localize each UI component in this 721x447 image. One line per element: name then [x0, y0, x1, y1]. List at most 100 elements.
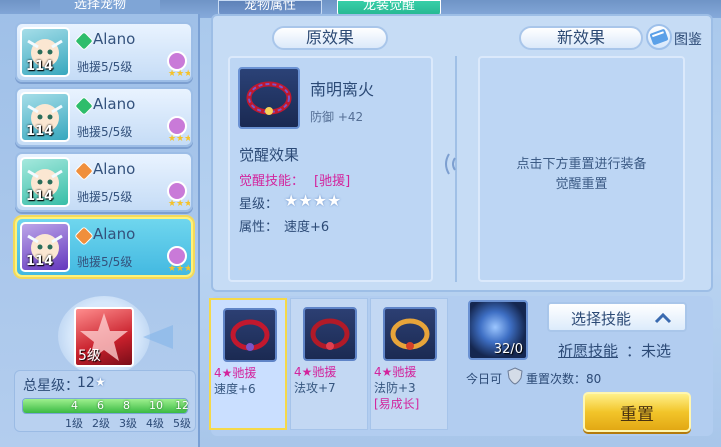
awaken-skill-label: 觉醒技能：	[239, 174, 305, 189]
album-book-icon[interactable]	[646, 24, 672, 50]
equip-item-icon	[383, 307, 437, 361]
star-progress-marks: 4 6 8 10 12	[15, 398, 197, 414]
equip-attr-label: 速度+6	[214, 382, 256, 396]
star-label: 星级：	[239, 197, 279, 212]
today-label: 今日可	[466, 372, 503, 386]
equip-item-icon	[303, 307, 357, 361]
equip-awaken-label: 4★驰援	[374, 365, 417, 379]
tab-pet-attr-label: 宠物属性	[243, 0, 296, 13]
progress-level: 1级	[65, 417, 83, 430]
star-badge-icon: ★★★	[164, 115, 192, 144]
pet-support: 驰援5/5级	[77, 190, 133, 204]
progress-mark: 8	[123, 399, 130, 412]
pet-name: Alano	[93, 160, 136, 178]
total-star-label: 总星级：	[23, 378, 79, 394]
equip-card[interactable]: 4★驰援法防+3 [易成长]	[370, 298, 448, 430]
star-badge-icon: ★★★	[164, 245, 192, 274]
arrow-right-icon	[143, 322, 183, 352]
pet-card[interactable]: 114 Alano 驰援5/5级 ★★★	[15, 87, 193, 147]
pet-name: Alano	[93, 225, 136, 243]
progress-mark: 6	[97, 399, 104, 412]
equip-card[interactable]: 4★驰援速度+6	[209, 298, 287, 430]
pet-support: 驰援5/5级	[77, 60, 133, 74]
tab-dragon-awaken-label: 龙装觉醒	[362, 0, 415, 13]
pet-skill-level: 5级	[78, 348, 101, 364]
reset-orb-count: 32/0	[493, 342, 523, 357]
chevron-up-icon	[653, 310, 673, 324]
new-effect-header-text: 新效果	[556, 28, 605, 47]
wish-skill-value: ：未选	[626, 342, 672, 360]
pet-skill-icon[interactable]: 5级	[74, 307, 134, 367]
pet-list: 114 Alano 驰援5/5级 ★★★ 114 Alano 驰援5/5级 ★★★ 114 Ala…	[0, 0, 200, 290]
new-hint-line1: 点击下方重置进行装备	[516, 157, 647, 172]
new-hint-line2: 觉醒重置	[555, 177, 608, 192]
orig-effect-box: 南明离火 防御 +42 觉醒效果 觉醒技能： [驰援] 星级： ★★★★ 属性：…	[228, 56, 433, 282]
pet-portrait: 114	[20, 222, 70, 272]
pet-support: 驰援5/5级	[77, 255, 133, 269]
pet-portrait: 114	[20, 157, 70, 207]
progress-level: 5级	[173, 417, 191, 430]
progress-level: 3级	[119, 417, 137, 430]
total-star-value: 12	[77, 375, 95, 391]
awaken-effect-title: 觉醒效果	[239, 146, 300, 164]
orig-item-icon	[238, 67, 300, 129]
equip-attr-label: 法攻+7	[294, 381, 336, 395]
pet-level: 114	[26, 59, 54, 74]
progress-mark: 10	[149, 399, 163, 412]
equip-awaken-label: 4★驰援	[294, 365, 337, 379]
new-effect-header: 新效果	[519, 26, 643, 50]
svg-text:★★★: ★★★	[168, 264, 190, 273]
orig-item-name: 南明离火	[310, 80, 375, 99]
orig-effect-header: 原效果	[272, 26, 388, 50]
rank-diamond-icon	[74, 96, 94, 116]
reset-button[interactable]: 重置	[583, 392, 691, 432]
star-badge-icon: ★★★	[164, 180, 192, 209]
wish-skill-label[interactable]: 祈愿技能	[558, 340, 618, 361]
pet-level: 114	[26, 254, 54, 269]
star-progress-levels: 1级 2级 3级 4级 5级	[15, 415, 197, 431]
orig-effect-header-text: 原效果	[305, 28, 354, 47]
equip-awaken-label: 4★驰援	[214, 366, 257, 380]
reset-times: 重置次数：80	[526, 372, 602, 386]
awaken-skill-value: [驰援]	[314, 174, 351, 189]
svg-text:★★★: ★★★	[168, 134, 190, 143]
svg-text:★★★: ★★★	[168, 69, 190, 78]
select-skill-label: 选择技能	[571, 310, 632, 328]
rank-diamond-icon	[74, 161, 94, 181]
progress-mark: 12	[175, 399, 189, 412]
star-rating: ★★★★	[284, 191, 342, 210]
orig-item-stat: 防御 +42	[310, 110, 364, 124]
progress-mark: 4	[71, 399, 78, 412]
divider-ornament-icon	[441, 152, 469, 176]
pet-card[interactable]: 114 Alano 驰援5/5级 ★★★	[15, 22, 193, 82]
attr-value: 速度+6	[284, 220, 330, 235]
rank-diamond-icon	[74, 31, 94, 51]
pet-name: Alano	[93, 95, 136, 113]
pet-portrait: 114	[20, 27, 70, 77]
rank-diamond-icon	[74, 226, 94, 246]
pet-card[interactable]: 114 Alano 驰援5/5级 ★★★	[15, 152, 193, 212]
svg-text:★★★: ★★★	[168, 199, 190, 208]
reset-orb-icon: 32/0	[468, 300, 528, 360]
equip-item-icon	[223, 308, 277, 362]
equip-attr-label: 法防+3	[374, 381, 416, 395]
attr-label: 属性：	[239, 220, 279, 235]
pet-support: 驰援5/5级	[77, 125, 133, 139]
shield-coin-icon	[506, 367, 524, 385]
pet-name: Alano	[93, 30, 136, 48]
progress-level: 4级	[146, 417, 164, 430]
awaken-screen: 选择宠物 宠物属性 龙装觉醒 114 Alano 驰援5/5级 ★★★ 114 Alano…	[0, 0, 721, 447]
new-effect-box: 点击下方重置进行装备 觉醒重置	[478, 56, 685, 282]
equip-tag-label: [易成长]	[374, 397, 420, 411]
pet-level: 114	[26, 124, 54, 139]
total-star-star-icon: ★	[95, 375, 106, 389]
star-badge-icon: ★★★	[164, 50, 192, 79]
album-label[interactable]: 图鉴	[674, 29, 702, 49]
select-skill-dropdown[interactable]: 选择技能	[547, 302, 687, 332]
pet-card[interactable]: 114 Alano 驰援5/5级 ★★★	[15, 217, 193, 277]
total-star-box: 总星级： 12 ★ 4 6 8 10 12 1级 2级 3级 4级 5级	[14, 370, 196, 432]
pet-portrait: 114	[20, 92, 70, 142]
equip-card[interactable]: 4★驰援法攻+7	[290, 298, 368, 430]
pet-level: 114	[26, 189, 54, 204]
progress-level: 2级	[92, 417, 110, 430]
